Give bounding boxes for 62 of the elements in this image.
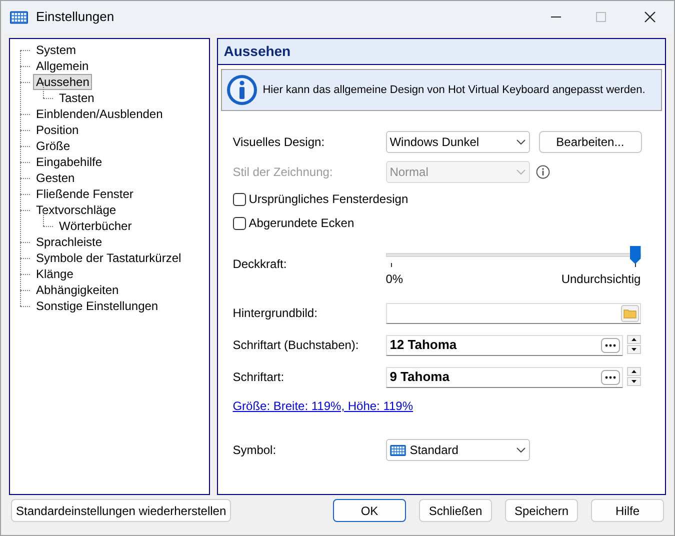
dialog-button[interactable]: Standardeinstellungen wiederherstellen: [11, 499, 232, 522]
checkbox[interactable]: [232, 216, 246, 230]
tree-item[interactable]: Allgemein: [33, 57, 92, 75]
dropdown[interactable]: Windows Dunkel: [386, 131, 530, 153]
tree-item[interactable]: Klänge: [33, 265, 76, 283]
field-label: Symbol:: [232, 442, 278, 459]
checkbox-label: Abgerundete Ecken: [248, 215, 354, 232]
field-label: Hintergrundbild:: [232, 305, 318, 322]
tree-item[interactable]: Abhängigkeiten: [33, 281, 122, 299]
field-label: Deckkraft:: [232, 256, 288, 273]
tree-item[interactable]: System: [33, 41, 80, 59]
ellipsis-icon: [604, 376, 616, 378]
info-icon: [226, 74, 258, 106]
file-field[interactable]: [386, 302, 641, 324]
chevron-icon: [516, 139, 526, 145]
chevron-icon: [516, 169, 526, 175]
ellipsis-icon: [604, 344, 616, 346]
field-label: Visuelles Design:: [232, 134, 326, 151]
tree-item[interactable]: Textvorschläge: [33, 201, 120, 219]
tree-item[interactable]: Sonstige Einstellungen: [33, 297, 162, 315]
slider-max-label: Undurchsichtig: [561, 271, 641, 288]
slider-min-label: 0%: [386, 271, 404, 288]
field-label: Schriftart:: [232, 369, 286, 386]
tree-item[interactable]: Position: [33, 121, 82, 139]
keyboard-icon: [10, 10, 28, 24]
dialog-button[interactable]: OK: [333, 499, 406, 522]
edit-button[interactable]: Bearbeiten...: [538, 131, 642, 153]
size-link[interactable]: Größe: Breite: 119%, Höhe: 119%: [232, 397, 414, 415]
dialog-button[interactable]: Speichern: [505, 499, 578, 522]
window-title: Einstellungen: [36, 8, 114, 26]
dialog-button[interactable]: Hilfe: [591, 499, 664, 522]
spin-up-icon[interactable]: [626, 335, 641, 344]
slider-thumb[interactable]: [630, 246, 641, 264]
spin-down-icon[interactable]: [626, 345, 641, 354]
field-label: Stil der Zeichnung:: [232, 164, 334, 181]
checkbox[interactable]: [232, 192, 246, 206]
chevron-icon: [516, 447, 526, 453]
tree-item[interactable]: Symbole der Tastaturkürzel: [33, 249, 184, 267]
tree-item[interactable]: Eingabehilfe: [33, 153, 106, 171]
tree-item[interactable]: Wörterbücher: [56, 217, 135, 235]
font-field[interactable]: 9 Tahoma: [386, 366, 623, 388]
keyboard-icon: [390, 444, 406, 456]
tree-item[interactable]: Aussehen: [33, 74, 92, 90]
font-field[interactable]: 12 Tahoma: [386, 334, 623, 356]
tree-item[interactable]: Größe: [33, 137, 74, 155]
tree-item[interactable]: Tasten: [56, 89, 98, 107]
tree-item[interactable]: Sprachleiste: [33, 233, 106, 251]
tree-item[interactable]: Fließende Fenster: [33, 185, 136, 203]
spin-up-icon[interactable]: [626, 367, 641, 376]
more-button[interactable]: [600, 338, 620, 352]
close-icon[interactable]: [644, 11, 656, 23]
more-button[interactable]: [600, 370, 620, 384]
info-text: Hier kann das allgemeine Design von Hot Virtual Keyboard angepasst werden.: [262, 82, 646, 98]
tree-item[interactable]: Einblenden/Ausblenden: [33, 105, 166, 123]
tree-item[interactable]: Gesten: [33, 169, 78, 187]
panel-header: Aussehen: [218, 39, 665, 65]
dropdown[interactable]: Standard: [386, 439, 530, 461]
dialog-button[interactable]: Schließen: [419, 499, 492, 522]
slider-track[interactable]: [386, 246, 641, 264]
checkbox-label: Ursprüngliches Fensterdesign: [248, 191, 408, 208]
spin-down-icon[interactable]: [626, 377, 641, 386]
field-label: Schriftart (Buchstaben):: [232, 337, 360, 354]
